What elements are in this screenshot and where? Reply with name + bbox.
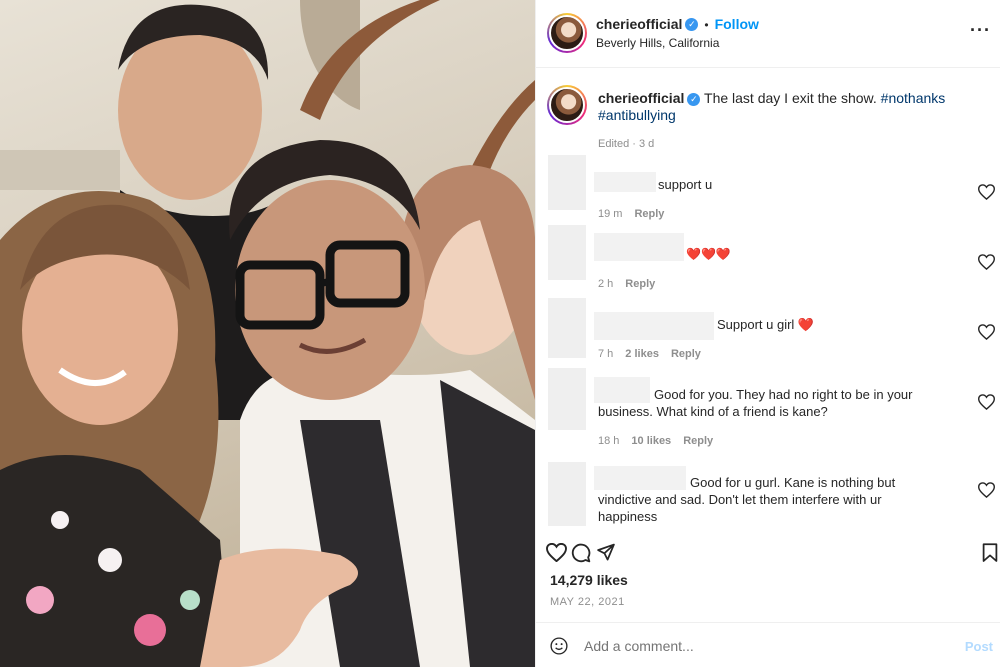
reply-button[interactable]: Reply (671, 348, 701, 360)
reply-button[interactable]: Reply (634, 208, 664, 220)
comment-text: Support u girl ❤️ (717, 317, 815, 332)
post-header: cherieofficial ✓ • Follow Beverly Hills, Ca… (536, 0, 1000, 68)
hashtag-link[interactable]: #nothanks (881, 90, 946, 106)
comment-text: happiness (598, 509, 658, 524)
add-comment-bar: Post (536, 622, 1000, 667)
likes-count[interactable]: 10 likes (631, 435, 671, 447)
group-selfie-image (0, 0, 535, 667)
more-options-icon[interactable]: ··· (970, 20, 991, 41)
likes-count[interactable]: 2 likes (625, 348, 659, 360)
post-caption: cherieofficial ✓ The last day I exit the … (598, 90, 988, 124)
comment-meta: 7 h2 likes Reply (598, 348, 701, 360)
comment-like-icon[interactable] (978, 324, 995, 340)
comment-like-icon[interactable] (978, 254, 995, 270)
comment-like-icon[interactable] (978, 184, 995, 200)
blurred-username (594, 466, 686, 490)
post-detail-panel: cherieofficial ✓ • Follow Beverly Hills, Ca… (535, 0, 1000, 667)
caption-avatar[interactable] (547, 85, 587, 125)
blurred-avatar (548, 155, 586, 210)
post-button[interactable]: Post (965, 639, 993, 654)
location-link[interactable]: Beverly Hills, California (596, 36, 719, 50)
reply-button[interactable]: Reply (683, 435, 713, 447)
blurred-avatar (548, 298, 586, 358)
blurred-avatar (548, 368, 586, 430)
heart-icon[interactable] (546, 543, 567, 562)
comment-icon[interactable] (571, 543, 591, 563)
edited-meta: Edited · 3 d (598, 138, 655, 150)
blurred-username (594, 233, 684, 261)
blurred-username (594, 172, 656, 192)
caption-username[interactable]: cherieofficial (598, 90, 684, 106)
comment-meta: 19 m Reply (598, 208, 665, 220)
comment-input[interactable] (584, 638, 914, 654)
share-icon[interactable] (596, 543, 616, 562)
comment-text: support u (658, 177, 713, 192)
verified-badge-icon: ✓ (687, 92, 701, 106)
comment-like-icon[interactable] (978, 482, 995, 498)
bookmark-icon[interactable] (982, 543, 998, 563)
blurred-username (594, 377, 650, 403)
post-photo[interactable] (0, 0, 535, 667)
comment-text: business. What kind of a friend is kane? (598, 404, 828, 419)
separator-dot: • (704, 18, 709, 32)
reply-button[interactable]: Reply (625, 278, 655, 290)
avatar[interactable] (547, 13, 587, 53)
emoji-icon[interactable] (550, 637, 568, 655)
comment-text: ❤️❤️❤️ (686, 247, 731, 261)
comment-meta: 18 h 10 likes Reply (598, 435, 714, 447)
follow-button[interactable]: Follow (715, 16, 759, 32)
username-link[interactable]: cherieofficial (596, 16, 682, 32)
blurred-avatar (548, 462, 586, 526)
verified-badge-icon: ✓ (685, 18, 699, 32)
comment-text: Good for u gurl. Kane is nothing but (690, 475, 896, 490)
caption-text: The last day I exit the show. (704, 90, 877, 106)
hashtag-link[interactable]: #antibullying (598, 107, 676, 123)
comment-text: vindictive and sad. Don't let them inter… (598, 492, 882, 507)
blurred-username (594, 312, 714, 340)
likes-count[interactable]: 14,279 likes (550, 572, 628, 588)
blurred-avatar (548, 225, 586, 280)
comment-like-icon[interactable] (978, 394, 995, 410)
comment-meta: 2 h Reply (598, 278, 656, 290)
post-date: MAY 22, 2021 (550, 596, 625, 608)
comment-text: Good for you. They had no right to be in… (654, 387, 913, 402)
post-actions (536, 535, 1000, 570)
header-name-row: cherieofficial ✓ • Follow (596, 16, 759, 34)
